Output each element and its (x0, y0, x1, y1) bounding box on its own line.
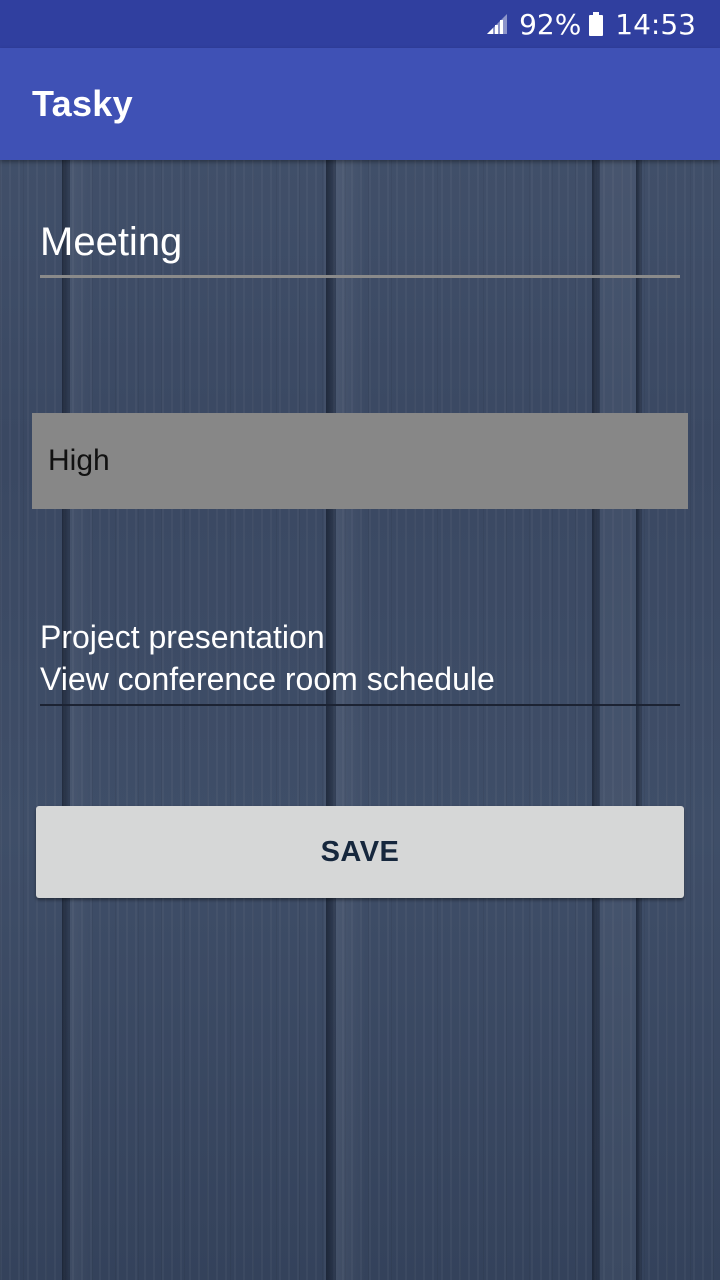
description-line: View conference room schedule (40, 661, 495, 697)
app-title: Tasky (32, 83, 133, 124)
battery-percent: 92% (519, 7, 582, 41)
status-bar: 92% 14:53 (0, 0, 720, 48)
app-bar: Tasky (0, 48, 720, 160)
save-button[interactable]: SAVE (36, 806, 684, 898)
screen: 92% 14:53 Tasky Meeting High Project pre… (0, 0, 720, 1280)
battery-icon (589, 12, 604, 36)
priority-spinner[interactable]: High (32, 413, 688, 509)
status-time: 14:53 (615, 7, 696, 41)
priority-selected-value: High (48, 444, 110, 477)
description-line: Project presentation (40, 619, 325, 655)
task-description-input[interactable]: Project presentation View conference roo… (40, 616, 680, 706)
signal-icon (487, 14, 508, 34)
task-title-input[interactable]: Meeting (40, 212, 680, 278)
